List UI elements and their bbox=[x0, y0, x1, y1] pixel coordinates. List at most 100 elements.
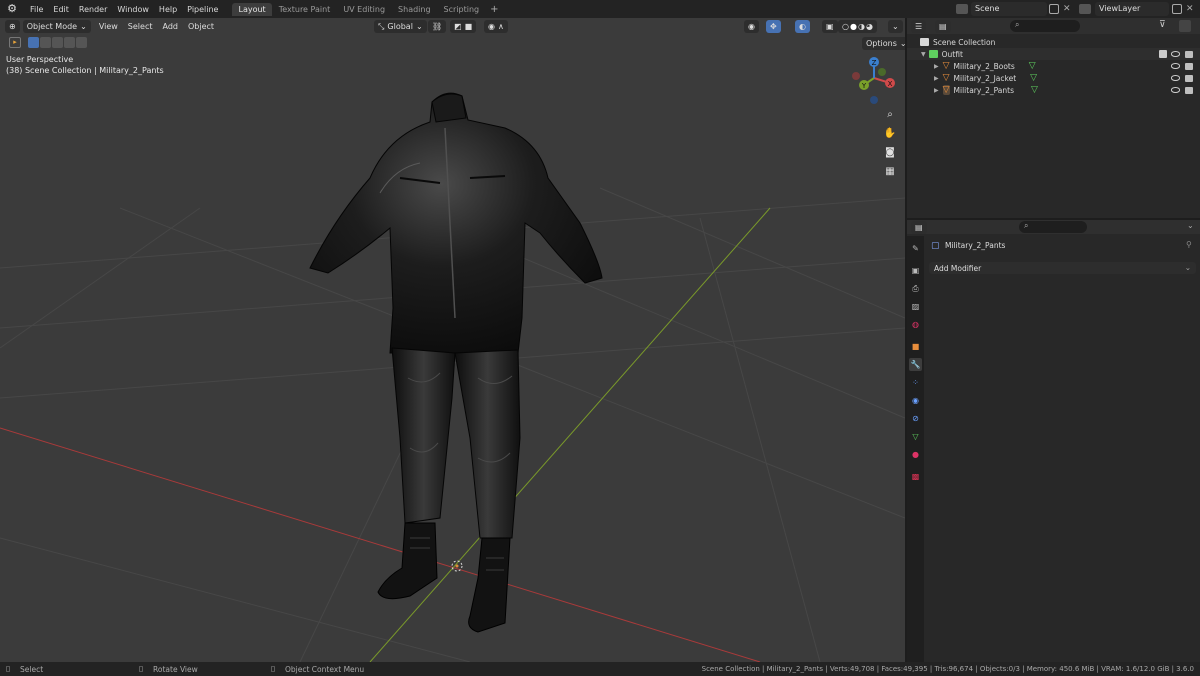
data-tab-icon[interactable]: ▽ bbox=[909, 430, 922, 443]
camera-icon[interactable] bbox=[1185, 51, 1193, 58]
select-subtract-icon[interactable] bbox=[52, 37, 63, 48]
material-shading-icon[interactable]: ◑ bbox=[858, 22, 865, 31]
menu-edit[interactable]: Edit bbox=[48, 5, 74, 14]
eye-icon[interactable] bbox=[1171, 87, 1180, 93]
pin-icon[interactable]: ⚲ bbox=[1186, 240, 1192, 249]
object-tab-icon[interactable]: ■ bbox=[909, 340, 922, 353]
shading-mode-group[interactable]: ○ ● ◑ ◕ bbox=[838, 20, 877, 33]
camera-icon[interactable] bbox=[1185, 63, 1193, 70]
gizmo-y-label: Y bbox=[861, 82, 867, 90]
outliner-search-input[interactable]: ⌕ bbox=[1010, 20, 1080, 32]
menu-view[interactable]: View bbox=[99, 22, 118, 31]
constraints-tab-icon[interactable]: ⊘ bbox=[909, 412, 922, 425]
expand-right-icon[interactable]: ▶ bbox=[934, 87, 939, 94]
tab-scripting[interactable]: Scripting bbox=[438, 3, 486, 16]
tab-layout[interactable]: Layout bbox=[232, 2, 272, 16]
chevron-down-icon[interactable]: ⌄ bbox=[1187, 221, 1194, 230]
menu-file[interactable]: File bbox=[25, 5, 48, 14]
proportional-edit-toggle[interactable]: ◉ ∧ bbox=[484, 20, 508, 33]
navigation-gizmo[interactable]: X Y Z bbox=[848, 54, 900, 106]
selection-mode-group[interactable] bbox=[28, 37, 88, 50]
render-tab-icon[interactable]: ▣ bbox=[909, 264, 922, 277]
tab-shading[interactable]: Shading bbox=[392, 3, 437, 16]
outliner-row-outfit[interactable]: ▼ Outfit bbox=[907, 48, 1200, 60]
eye-icon[interactable] bbox=[1171, 75, 1180, 81]
add-modifier-dropdown[interactable]: Add Modifier ⌄ bbox=[929, 262, 1196, 274]
outliner-row-boots[interactable]: ▶ ▽ Military_2_Boots ▽ bbox=[907, 60, 1200, 72]
gizmo-toggle[interactable]: ✥ bbox=[766, 20, 781, 33]
eye-icon[interactable] bbox=[1171, 63, 1180, 69]
add-workspace-button[interactable]: + bbox=[485, 4, 503, 15]
properties-search-input[interactable]: ⌕ bbox=[1019, 221, 1087, 233]
solid-shading-icon[interactable]: ● bbox=[850, 22, 857, 31]
select-invert-icon[interactable] bbox=[64, 37, 75, 48]
scene-tab-icon[interactable]: ◍ bbox=[909, 318, 922, 331]
select-extend-icon[interactable] bbox=[40, 37, 51, 48]
expand-right-icon[interactable]: ▶ bbox=[934, 63, 939, 70]
physics-tab-icon[interactable]: ◉ bbox=[909, 394, 922, 407]
snap-toggle[interactable]: ◩ ■ bbox=[450, 20, 477, 33]
exclude-checkbox[interactable] bbox=[1159, 50, 1167, 58]
perspective-grid-icon[interactable]: ▦ bbox=[882, 164, 898, 180]
editor-type-button[interactable]: ⊕ bbox=[5, 19, 20, 33]
particles-tab-icon[interactable]: ⁘ bbox=[909, 376, 922, 389]
scene-selector[interactable]: Scene bbox=[971, 2, 1047, 16]
camera-view-icon[interactable]: ◙ bbox=[882, 145, 898, 161]
menu-select[interactable]: Select bbox=[128, 22, 153, 31]
properties-editor-type-button[interactable]: ▤ bbox=[911, 221, 927, 234]
active-tool-icon[interactable]: ▸ bbox=[9, 37, 21, 48]
view-layer-tab-icon[interactable]: ▨ bbox=[909, 300, 922, 313]
select-intersect-icon[interactable] bbox=[76, 37, 87, 48]
mesh-data-icon[interactable]: ▽ bbox=[1030, 73, 1037, 83]
view-layer-selector[interactable]: ViewLayer bbox=[1095, 2, 1169, 16]
visibility-dropdown[interactable]: ◉ bbox=[744, 20, 759, 33]
delete-view-layer-icon[interactable]: ✕ bbox=[1186, 4, 1196, 14]
new-view-layer-icon[interactable] bbox=[1172, 4, 1182, 14]
mode-dropdown[interactable]: Object Mode ⌄ bbox=[22, 19, 91, 33]
menu-pipeline[interactable]: Pipeline bbox=[182, 5, 223, 14]
output-tab-icon[interactable]: ⎙ bbox=[909, 282, 922, 295]
outliner-row-jacket[interactable]: ▶ ▽ Military_2_Jacket ▽ bbox=[907, 72, 1200, 84]
expand-down-icon[interactable]: ▼ bbox=[921, 51, 926, 58]
zoom-icon[interactable]: ⌕ bbox=[882, 107, 898, 123]
viewport-scene bbox=[0, 92, 905, 662]
menu-help[interactable]: Help bbox=[154, 5, 182, 14]
filter-icon[interactable]: ⊽ bbox=[1159, 20, 1166, 30]
shading-options-dropdown[interactable]: ⌄ bbox=[888, 20, 903, 33]
mesh-data-icon[interactable]: ▽ bbox=[1031, 85, 1038, 95]
pan-hand-icon[interactable]: ✋ bbox=[882, 126, 898, 142]
expand-right-icon[interactable]: ▶ bbox=[934, 75, 939, 82]
material-tab-icon[interactable]: ● bbox=[909, 448, 922, 461]
overlay-toggle[interactable]: ◐ bbox=[795, 20, 810, 33]
new-collection-icon[interactable] bbox=[1179, 20, 1191, 32]
menu-window[interactable]: Window bbox=[112, 5, 154, 14]
select-new-icon[interactable] bbox=[28, 37, 39, 48]
menu-add[interactable]: Add bbox=[162, 22, 178, 31]
camera-icon[interactable] bbox=[1185, 75, 1193, 82]
tab-uv-editing[interactable]: UV Editing bbox=[337, 3, 391, 16]
outliner-row-scene-collection[interactable]: Scene Collection bbox=[907, 36, 1200, 48]
menu-object[interactable]: Object bbox=[188, 22, 214, 31]
tab-texture-paint[interactable]: Texture Paint bbox=[273, 3, 337, 16]
blender-logo-icon[interactable]: ⚙ bbox=[5, 2, 19, 16]
pivot-dropdown[interactable]: ⛓ bbox=[428, 20, 447, 33]
eye-icon[interactable] bbox=[1171, 51, 1180, 57]
3d-viewport[interactable]: ⊕ Object Mode ⌄ View Select Add Object ⤡… bbox=[0, 18, 905, 662]
xray-toggle[interactable]: ▣ bbox=[822, 20, 838, 33]
wireframe-shading-icon[interactable]: ○ bbox=[842, 22, 849, 31]
menu-render[interactable]: Render bbox=[74, 5, 112, 14]
mesh-data-icon[interactable]: ▽ bbox=[1029, 61, 1036, 71]
camera-icon[interactable] bbox=[1185, 87, 1193, 94]
options-dropdown[interactable]: Options ⌄ bbox=[862, 37, 905, 50]
transform-orientation-dropdown[interactable]: ⤡ Global ⌄ bbox=[374, 20, 427, 33]
tool-tab-icon[interactable]: ✎ bbox=[909, 242, 922, 255]
rendered-shading-icon[interactable]: ◕ bbox=[866, 22, 873, 31]
orientation-label: Global bbox=[387, 22, 413, 31]
display-mode-dropdown[interactable]: ▤ bbox=[935, 20, 951, 33]
texture-tab-icon[interactable]: ▩ bbox=[909, 470, 922, 483]
delete-scene-icon[interactable]: ✕ bbox=[1063, 4, 1073, 14]
new-scene-icon[interactable] bbox=[1049, 4, 1059, 14]
outliner-row-pants[interactable]: ▶ ▽ Military_2_Pants ▽ bbox=[907, 84, 1200, 96]
outliner-editor-type-button[interactable]: ☰ bbox=[911, 20, 927, 33]
modifier-tab-icon[interactable]: 🔧 bbox=[909, 358, 922, 371]
